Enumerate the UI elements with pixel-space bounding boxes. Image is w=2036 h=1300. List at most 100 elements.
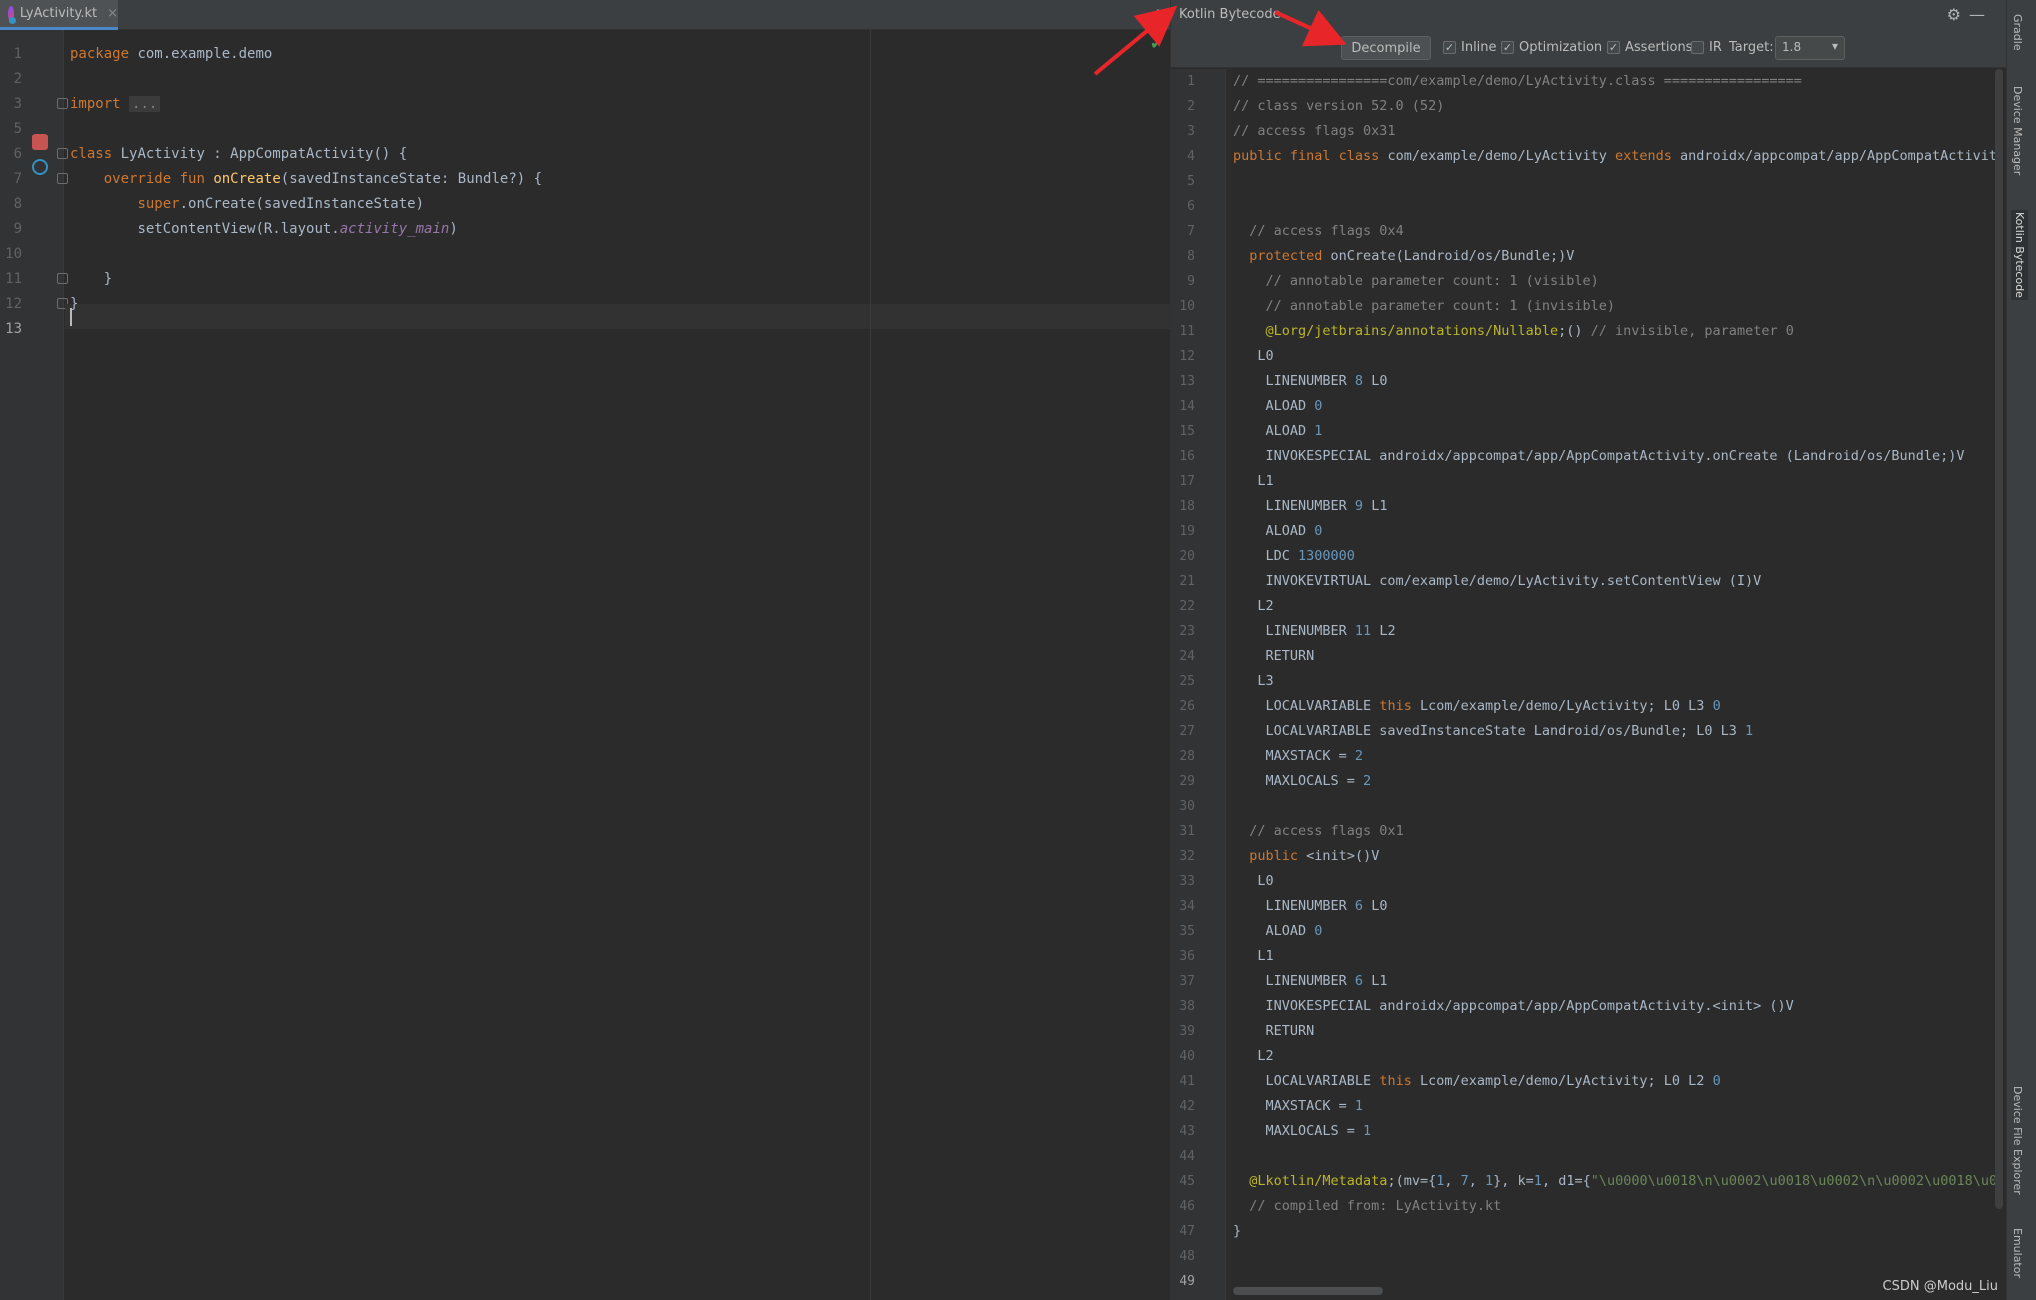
- panel-title: Kotlin Bytecode: [1179, 7, 1281, 22]
- bytecode-line: // compiled from: LyActivity.kt: [1249, 1198, 1502, 1214]
- bytecode-line-number: 43: [1179, 1124, 1195, 1139]
- bytecode-line-number: 24: [1179, 649, 1195, 664]
- bytecode-line: INVOKESPECIAL androidx/appcompat/app/App…: [1233, 998, 1794, 1014]
- line-number: 8: [13, 196, 22, 212]
- bytecode-line-number: 3: [1187, 124, 1195, 139]
- bytecode-line: LOCALVARIABLE this Lcom/example/demo/LyA…: [1233, 1073, 1721, 1089]
- bytecode-line-number: 38: [1179, 999, 1195, 1014]
- bytecode-line-number: 34: [1179, 899, 1195, 914]
- bytecode-line: INVOKESPECIAL androidx/appcompat/app/App…: [1233, 448, 1965, 464]
- gear-icon[interactable]: ⚙: [1947, 5, 1961, 24]
- bytecode-line-number: 14: [1179, 399, 1195, 414]
- bytecode-line: ALOAD 1: [1233, 423, 1323, 439]
- tool-tab-device-file-explorer[interactable]: Device File Explorer: [2011, 1086, 2024, 1195]
- close-icon[interactable]: ×: [107, 6, 118, 21]
- code-line: super.onCreate(savedInstanceState): [137, 196, 425, 212]
- bytecode-line: LINENUMBER 8 L0: [1233, 373, 1388, 389]
- bytecode-line-number: 4: [1187, 149, 1195, 164]
- ir-checkbox[interactable]: IR: [1691, 40, 1722, 55]
- minimize-icon[interactable]: —: [1969, 5, 1985, 24]
- checkbox-box[interactable]: ✓: [1443, 41, 1456, 54]
- bytecode-line: L1: [1233, 948, 1274, 964]
- bytecode-line: @Lorg/jetbrains/annotations/Nullable;() …: [1265, 323, 1794, 339]
- bytecode-line: L2: [1233, 598, 1274, 614]
- code-line: import ...: [70, 92, 161, 117]
- assertions-checkbox[interactable]: ✓ Assertions: [1607, 40, 1692, 55]
- bytecode-line-number: 45: [1179, 1174, 1195, 1189]
- decompile-button[interactable]: Decompile: [1341, 36, 1431, 60]
- bytecode-line: LOCALVARIABLE savedInstanceState Landroi…: [1233, 723, 1754, 739]
- bytecode-text[interactable]: // ================com/example/demo/LyAc…: [1233, 69, 1995, 1279]
- code-line: setContentView(R.layout.activity_main): [137, 221, 458, 237]
- tool-tab-kotlin-bytecode[interactable]: Kotlin Bytecode: [2011, 210, 2028, 300]
- bytecode-line: INVOKEVIRTUAL com/example/demo/LyActivit…: [1233, 573, 1762, 589]
- code-editor[interactable]: LyActivity.kt × ⋮ ✔ 1 2 3 5 6 7 8 9 10 1…: [0, 0, 1170, 1300]
- line-number: 11: [5, 271, 22, 287]
- bytecode-line-number: 21: [1179, 574, 1195, 589]
- bytecode-line-number: 25: [1179, 674, 1195, 689]
- checkbox-box[interactable]: [1691, 41, 1704, 54]
- bytecode-line: LINENUMBER 9 L1: [1233, 498, 1388, 514]
- run-activity-icon[interactable]: [32, 134, 48, 150]
- bytecode-line-number: 9: [1187, 274, 1195, 289]
- bytecode-line-number: 23: [1179, 624, 1195, 639]
- tool-tab-gradle[interactable]: Gradle: [2011, 14, 2024, 51]
- line-number: 9: [13, 221, 22, 237]
- bytecode-line-number: 12: [1179, 349, 1195, 364]
- line-number: 7: [13, 171, 22, 187]
- checkbox-box[interactable]: ✓: [1607, 41, 1620, 54]
- bytecode-line: MAXLOCALS = 1: [1233, 1123, 1372, 1139]
- bytecode-line-number: 35: [1179, 924, 1195, 939]
- tool-tab-device-manager[interactable]: Device Manager: [2011, 86, 2024, 175]
- editor-tab-bar: LyActivity.kt × ⋮: [0, 0, 1170, 30]
- bytecode-line-number: 40: [1179, 1049, 1195, 1064]
- bytecode-line-number: 22: [1179, 599, 1195, 614]
- fold-marker[interactable]: [57, 148, 68, 159]
- bytecode-line: // annotable parameter count: 1 (invisib…: [1265, 298, 1616, 314]
- tool-tab-emulator[interactable]: Emulator: [2011, 1228, 2024, 1278]
- code-line: class LyActivity : AppCompatActivity() {: [70, 146, 408, 162]
- bytecode-line: RETURN: [1233, 1023, 1315, 1039]
- bytecode-line-number: 5: [1187, 174, 1195, 189]
- line-number: 10: [5, 246, 22, 262]
- fold-marker[interactable]: [57, 273, 68, 284]
- bytecode-line: }: [1233, 1223, 1242, 1239]
- fold-marker[interactable]: [57, 173, 68, 184]
- bytecode-line-number: 19: [1179, 524, 1195, 539]
- line-number: 12: [5, 296, 22, 312]
- kotlin-file-icon: [8, 5, 16, 24]
- ir-target-select[interactable]: 1.8: [1775, 36, 1845, 60]
- bytecode-line-number: 15: [1179, 424, 1195, 439]
- more-options-icon[interactable]: ⋮: [1150, 6, 1166, 25]
- optimization-checkbox[interactable]: ✓ Optimization: [1501, 40, 1602, 55]
- bytecode-line: protected onCreate(Landroid/os/Bundle;)V: [1249, 248, 1575, 264]
- watermark: CSDN @Modu_Liu: [1882, 1279, 1998, 1294]
- code-line: override fun onCreate(savedInstanceState…: [103, 171, 543, 187]
- bytecode-line-number: 36: [1179, 949, 1195, 964]
- source-code[interactable]: package com.example.demo import ... clas…: [70, 30, 1170, 1300]
- checkbox-box[interactable]: ✓: [1501, 41, 1514, 54]
- bytecode-line: public final class com/example/demo/LyAc…: [1233, 148, 1995, 164]
- bytecode-line: MAXSTACK = 2: [1233, 748, 1364, 764]
- editor-tab-lyactivity[interactable]: LyActivity.kt ×: [0, 0, 118, 30]
- bytecode-line-number: 13: [1179, 374, 1195, 389]
- bytecode-line-number: 44: [1179, 1149, 1195, 1164]
- inline-checkbox[interactable]: ✓ Inline: [1443, 40, 1497, 55]
- bytecode-line: // access flags 0x4: [1249, 223, 1404, 239]
- bytecode-line: LOCALVARIABLE this Lcom/example/demo/LyA…: [1233, 698, 1721, 714]
- bytecode-line-number: 39: [1179, 1024, 1195, 1039]
- bytecode-line: RETURN: [1233, 648, 1315, 664]
- horizontal-scrollbar[interactable]: [1233, 1287, 1383, 1295]
- right-tool-strip: Gradle Device Manager Kotlin Bytecode De…: [2006, 0, 2036, 1300]
- bytecode-line-number: 16: [1179, 449, 1195, 464]
- fold-marker[interactable]: [57, 98, 68, 109]
- override-method-icon[interactable]: [32, 159, 48, 175]
- bytecode-line: // class version 52.0 (52): [1233, 98, 1445, 114]
- bytecode-line: L0: [1233, 348, 1274, 364]
- bytecode-line: // access flags 0x31: [1233, 123, 1396, 139]
- vertical-scrollbar[interactable]: [1995, 69, 2003, 1209]
- folded-imports[interactable]: ...: [129, 96, 161, 112]
- bytecode-line-number: 17: [1179, 474, 1195, 489]
- bytecode-line: LINENUMBER 6 L1: [1233, 973, 1388, 989]
- checkbox-label: IR: [1709, 40, 1722, 55]
